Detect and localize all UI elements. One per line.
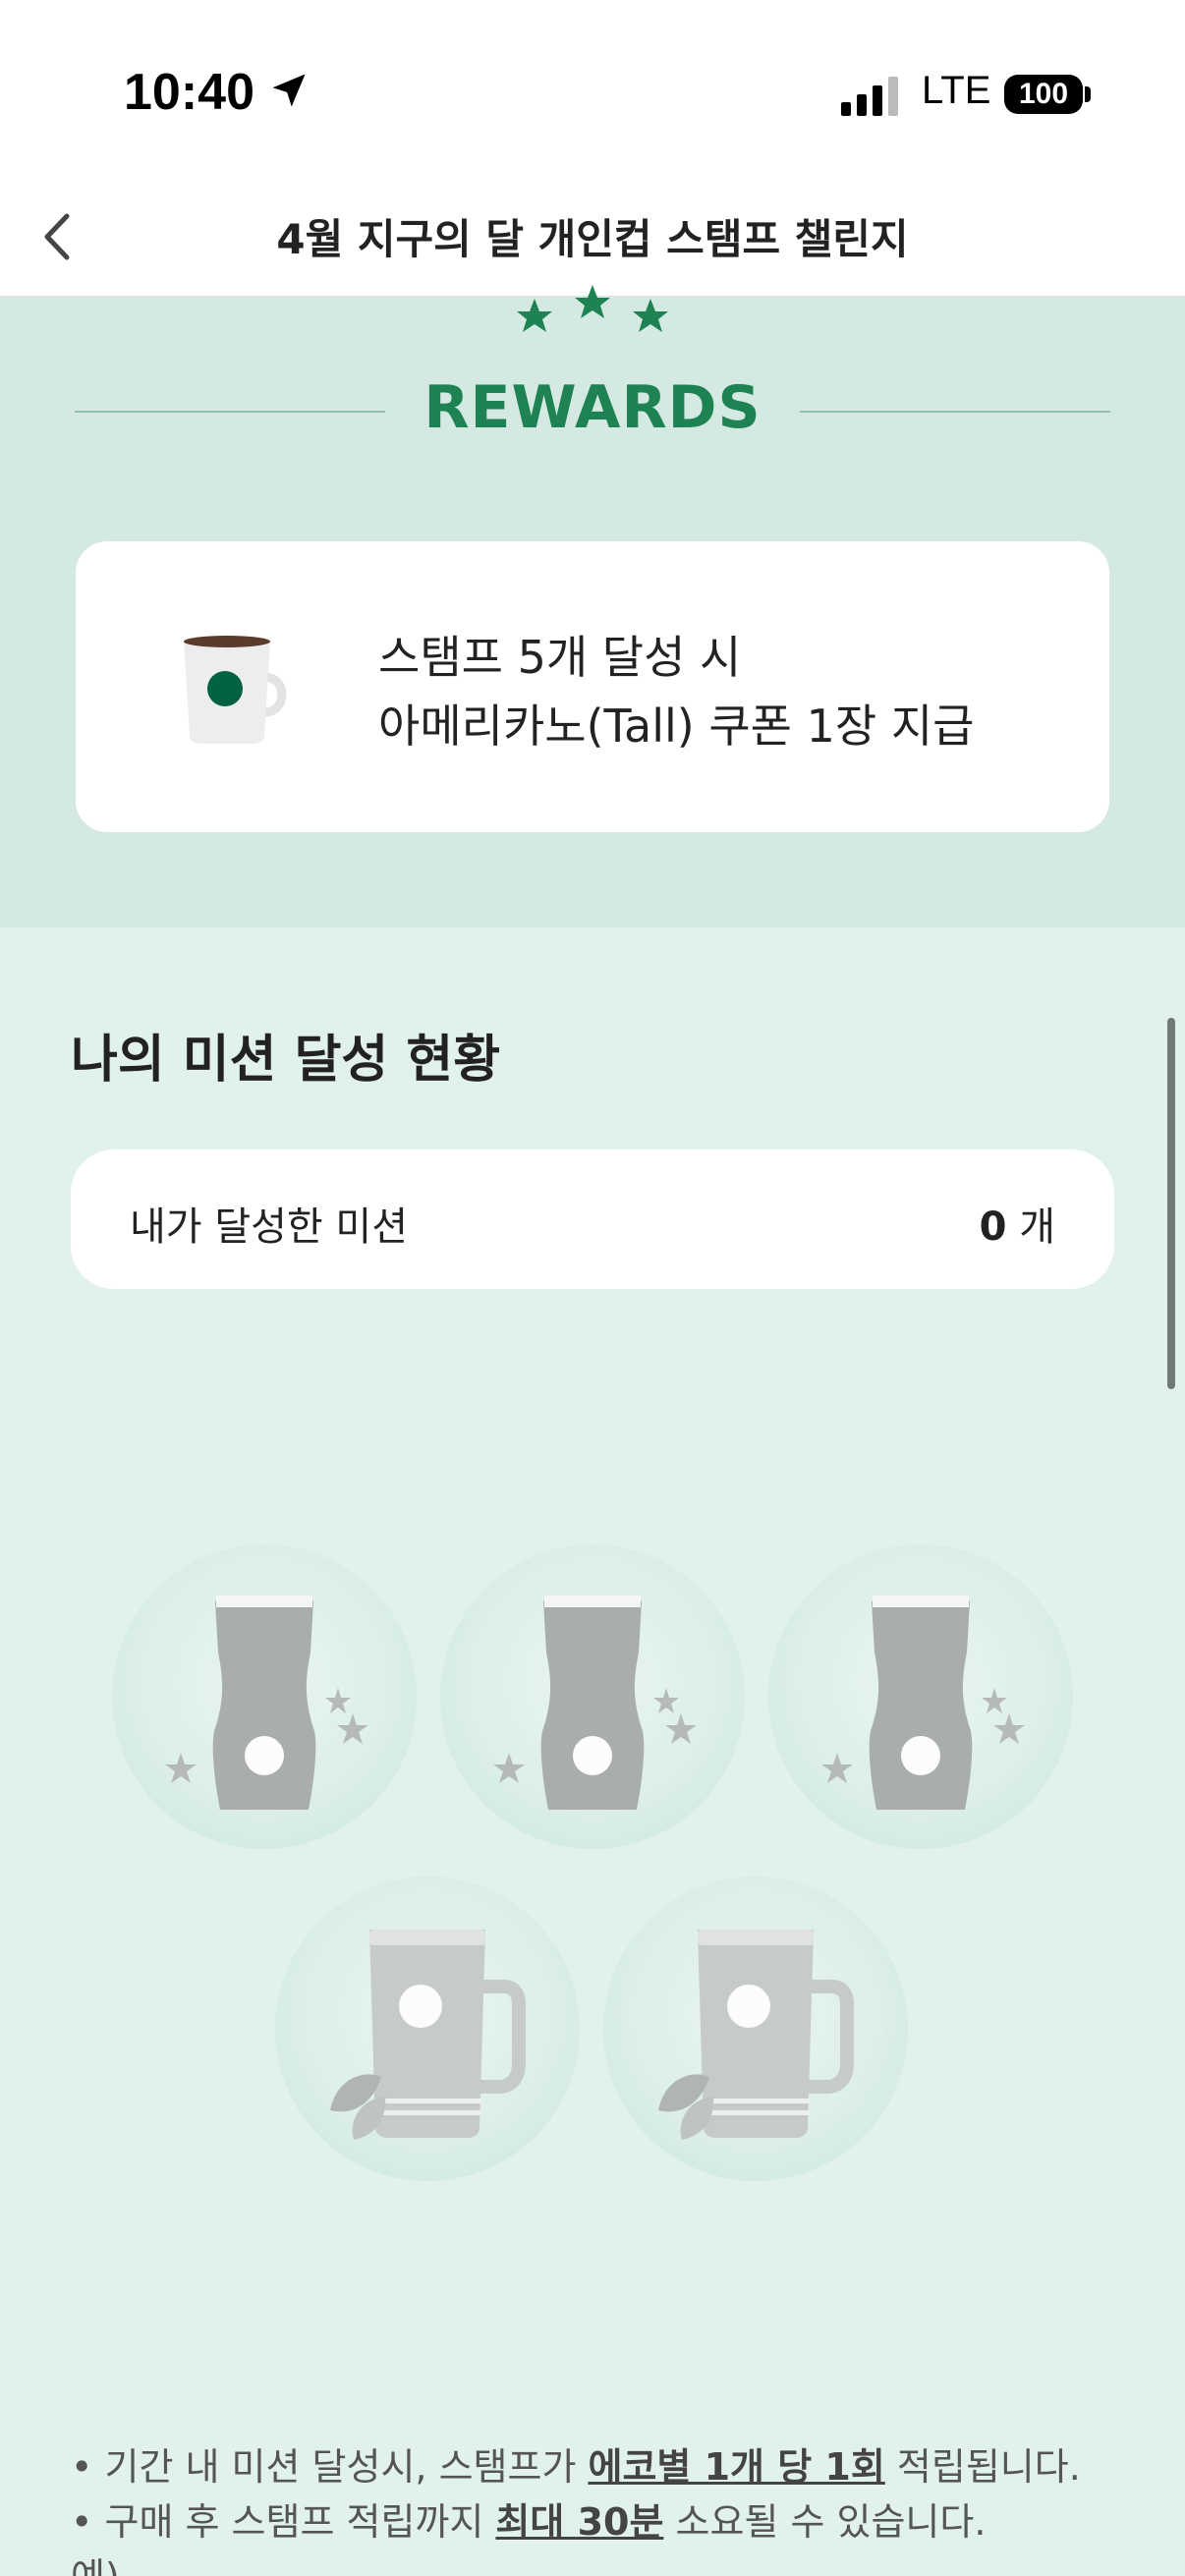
coffee-cup-icon bbox=[184, 636, 287, 744]
reward-benefit: 아메리카노(Tall) 쿠폰 1장 지급 bbox=[378, 700, 975, 753]
status-time: 10:40 bbox=[124, 64, 254, 121]
tumbler-icon bbox=[821, 1596, 1025, 1810]
note-stamp-delay: • 구매 후 스탬프 적립까지 최대 30분 소요될 수 있습니다. bbox=[71, 2492, 986, 2546]
battery-nub bbox=[1085, 86, 1091, 102]
scrollbar[interactable] bbox=[1167, 1018, 1175, 1389]
status-bar: 10:40 LTE 100 bbox=[0, 0, 1185, 177]
note2-text-a: • 구매 후 스탬프 적립까지 bbox=[71, 2500, 496, 2544]
reward-condition: 스탬프 5개 달성 시 bbox=[378, 631, 742, 684]
note2-text-b: 소요될 수 있습니다. bbox=[663, 2500, 987, 2544]
stamp-slot-5 bbox=[603, 1876, 908, 2181]
location-arrow-icon bbox=[272, 74, 306, 107]
network-type: LTE bbox=[922, 69, 991, 112]
page-title: 4월 지구의 달 개인컵 스탬프 챌린지 bbox=[276, 215, 909, 263]
stamp-slot-1 bbox=[112, 1544, 417, 1849]
stamp-slot-4 bbox=[275, 1876, 580, 2181]
signal-icon bbox=[841, 77, 898, 116]
mission-count-unit: 개 bbox=[1019, 1204, 1055, 1250]
mission-count-value: 0 bbox=[979, 1204, 1007, 1250]
note1-text-a: • 기간 내 미션 달성시, 스탬프가 bbox=[71, 2445, 589, 2489]
note-stamp-rule: • 기간 내 미션 달성시, 스탬프가 에코별 1개 당 1회 적립됩니다. bbox=[71, 2436, 1081, 2491]
note1-emphasis: 에코별 1개 당 1회 bbox=[588, 2445, 885, 2489]
tumbler-icon bbox=[493, 1596, 697, 1810]
battery-icon: 100 bbox=[1004, 75, 1083, 114]
tumbler-icon bbox=[165, 1596, 368, 1810]
mission-section-title: 나의 미션 달성 현황 bbox=[71, 1031, 501, 1090]
nav-header: 4월 지구의 달 개인컵 스탬프 챌린지 bbox=[0, 177, 1185, 297]
stamp-slot-3 bbox=[768, 1544, 1073, 1849]
mission-count: 0 개 bbox=[980, 1195, 1055, 1252]
mission-label: 내가 달성한 미션 bbox=[130, 1204, 409, 1250]
mission-count-card: 내가 달성한 미션 0 개 bbox=[71, 1149, 1114, 1289]
stamp-slot-2 bbox=[440, 1544, 745, 1849]
mug-icon bbox=[330, 1930, 526, 2140]
stars-icon bbox=[517, 285, 668, 332]
note1-text-b: 적립됩니다. bbox=[884, 2445, 1081, 2489]
rewards-heading: REWARDS bbox=[423, 373, 762, 442]
reward-card: 스탬프 5개 달성 시 아메리카노(Tall) 쿠폰 1장 지급 bbox=[76, 541, 1109, 832]
note-example: 예) bbox=[71, 2547, 120, 2576]
mug-icon bbox=[658, 1930, 854, 2140]
note2-emphasis: 최대 30분 bbox=[495, 2500, 664, 2544]
